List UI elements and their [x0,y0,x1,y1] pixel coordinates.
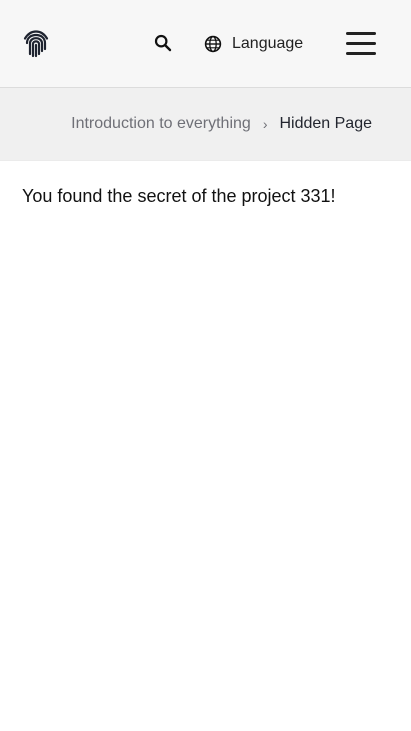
breadcrumb-separator: › [262,116,268,132]
breadcrumb-link-introduction[interactable]: Introduction to everything [71,115,251,133]
breadcrumb-bar: Introduction to everything › Hidden Page [0,88,411,161]
breadcrumb: Introduction to everything › Hidden Page [71,115,372,133]
globe-icon [204,35,222,53]
site-header: Language [0,0,411,88]
search-button[interactable] [150,30,176,56]
language-button[interactable]: Language [204,30,303,58]
hamburger-menu-button[interactable] [344,31,378,55]
main-content: You found the secret of the project 331! [0,161,411,207]
secret-message: You found the secret of the project 331! [22,186,336,206]
breadcrumb-current-page: Hidden Page [279,115,372,132]
fingerprint-icon[interactable] [20,27,52,59]
language-label: Language [232,35,304,52]
search-icon [154,34,172,52]
hamburger-menu-icon [346,31,376,35]
